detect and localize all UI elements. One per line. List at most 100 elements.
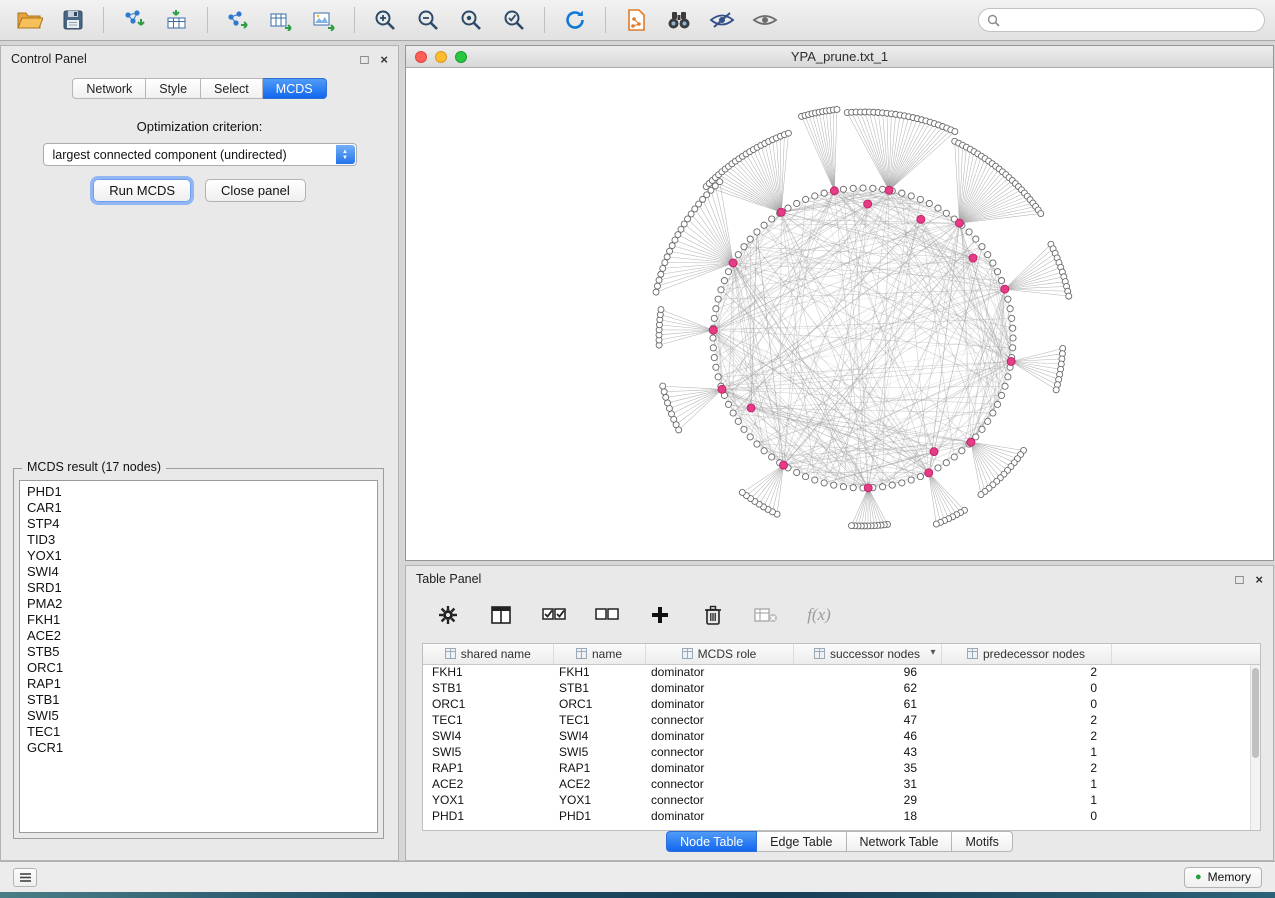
list-item[interactable]: STP4 xyxy=(27,516,377,532)
cell-shared-name[interactable]: ORC1 xyxy=(423,696,553,712)
cell-mcds-role[interactable]: connector xyxy=(645,792,793,808)
list-item[interactable]: STB1 xyxy=(27,692,377,708)
cell-shared-name[interactable]: RAP1 xyxy=(423,760,553,776)
cell-shared-name[interactable]: SWI4 xyxy=(423,728,553,744)
cell-mcds-role[interactable]: connector xyxy=(645,776,793,792)
memory-button[interactable]: ● Memory xyxy=(1184,867,1262,888)
list-item[interactable]: SWI5 xyxy=(27,708,377,724)
zoom-out-button[interactable] xyxy=(408,4,448,36)
toggle-graphics-details-button[interactable] xyxy=(702,4,742,36)
cell-successor-nodes[interactable]: 31 xyxy=(793,776,941,792)
col-header-mcds-role[interactable]: MCDS role xyxy=(645,644,793,664)
table-settings-button[interactable] xyxy=(435,602,461,628)
cell-shared-name[interactable]: YOX1 xyxy=(423,792,553,808)
cell-successor-nodes[interactable]: 46 xyxy=(793,728,941,744)
cell-predecessor-nodes[interactable]: 1 xyxy=(941,776,1111,792)
cell-name[interactable]: SWI5 xyxy=(553,744,645,760)
cell-mcds-role[interactable]: dominator xyxy=(645,680,793,696)
save-session-button[interactable] xyxy=(53,4,93,36)
cell-predecessor-nodes[interactable]: 2 xyxy=(941,712,1111,728)
zoom-in-button[interactable] xyxy=(365,4,405,36)
table-row[interactable]: ORC1ORC1dominator610 xyxy=(423,696,1260,712)
zoom-window-button[interactable] xyxy=(455,51,467,63)
cell-predecessor-nodes[interactable]: 2 xyxy=(941,760,1111,776)
cell-successor-nodes[interactable]: 96 xyxy=(793,664,941,680)
search-box[interactable] xyxy=(978,8,1265,32)
import-network-button[interactable] xyxy=(114,4,154,36)
col-header-predecessor-nodes[interactable]: predecessor nodes xyxy=(941,644,1111,664)
open-session-button[interactable] xyxy=(10,4,50,36)
list-item[interactable]: YOX1 xyxy=(27,548,377,564)
cell-mcds-role[interactable]: dominator xyxy=(645,664,793,680)
cell-shared-name[interactable]: PHD1 xyxy=(423,808,553,824)
cell-name[interactable]: RAP1 xyxy=(553,760,645,776)
select-all-button[interactable] xyxy=(541,602,567,628)
cell-shared-name[interactable]: TEC1 xyxy=(423,712,553,728)
function-builder-button[interactable]: f(x) xyxy=(806,602,832,628)
cell-successor-nodes[interactable]: 62 xyxy=(793,680,941,696)
close-panel-icon[interactable]: × xyxy=(380,53,388,66)
cell-successor-nodes[interactable]: 43 xyxy=(793,744,941,760)
list-item[interactable]: ORC1 xyxy=(27,660,377,676)
cell-mcds-role[interactable]: connector xyxy=(645,744,793,760)
table-row[interactable]: RAP1RAP1dominator352 xyxy=(423,760,1260,776)
list-item[interactable]: TEC1 xyxy=(27,724,377,740)
cell-mcds-role[interactable]: dominator xyxy=(645,808,793,824)
cell-predecessor-nodes[interactable]: 0 xyxy=(941,696,1111,712)
tab-network-table[interactable]: Network Table xyxy=(847,831,953,852)
list-item[interactable]: RAP1 xyxy=(27,676,377,692)
delete-table-button[interactable] xyxy=(753,602,779,628)
cell-successor-nodes[interactable]: 47 xyxy=(793,712,941,728)
cell-mcds-role[interactable]: dominator xyxy=(645,760,793,776)
cell-name[interactable]: ACE2 xyxy=(553,776,645,792)
share-session-button[interactable] xyxy=(616,4,656,36)
refresh-view-button[interactable] xyxy=(555,4,595,36)
table-row[interactable]: ACE2ACE2connector311 xyxy=(423,776,1260,792)
cell-name[interactable]: FKH1 xyxy=(553,664,645,680)
cell-name[interactable]: PHD1 xyxy=(553,808,645,824)
table-row[interactable]: PHD1PHD1dominator180 xyxy=(423,808,1260,824)
cell-mcds-role[interactable]: connector xyxy=(645,712,793,728)
close-panel-icon[interactable]: × xyxy=(1255,573,1263,586)
scrollbar-thumb[interactable] xyxy=(1252,668,1259,758)
run-mcds-button[interactable]: Run MCDS xyxy=(93,179,191,202)
tab-mcds[interactable]: MCDS xyxy=(263,78,327,99)
cell-predecessor-nodes[interactable]: 2 xyxy=(941,728,1111,744)
cell-predecessor-nodes[interactable]: 1 xyxy=(941,792,1111,808)
list-item[interactable]: SWI4 xyxy=(27,564,377,580)
minimize-window-button[interactable] xyxy=(435,51,447,63)
cell-name[interactable]: ORC1 xyxy=(553,696,645,712)
zoom-selected-button[interactable] xyxy=(494,4,534,36)
float-panel-icon[interactable]: □ xyxy=(361,53,369,66)
list-item[interactable]: STB5 xyxy=(27,644,377,660)
cell-mcds-role[interactable]: dominator xyxy=(645,728,793,744)
tab-motifs[interactable]: Motifs xyxy=(952,831,1012,852)
cell-shared-name[interactable]: STB1 xyxy=(423,680,553,696)
table-row[interactable]: SWI5SWI5connector431 xyxy=(423,744,1260,760)
list-item[interactable]: PHD1 xyxy=(27,484,377,500)
export-image-button[interactable] xyxy=(304,4,344,36)
export-table-button[interactable] xyxy=(261,4,301,36)
show-graphics-details-button[interactable] xyxy=(745,4,785,36)
cell-name[interactable]: TEC1 xyxy=(553,712,645,728)
close-panel-button[interactable]: Close panel xyxy=(205,179,306,202)
table-row[interactable]: SWI4SWI4dominator462 xyxy=(423,728,1260,744)
add-column-button[interactable] xyxy=(647,602,673,628)
tab-network[interactable]: Network xyxy=(72,78,146,99)
cell-shared-name[interactable]: FKH1 xyxy=(423,664,553,680)
cell-name[interactable]: YOX1 xyxy=(553,792,645,808)
list-item[interactable]: ACE2 xyxy=(27,628,377,644)
list-item[interactable]: PMA2 xyxy=(27,596,377,612)
table-row[interactable]: FKH1FKH1dominator962 xyxy=(423,664,1260,680)
list-item[interactable]: GCR1 xyxy=(27,740,377,756)
cell-predecessor-nodes[interactable]: 2 xyxy=(941,664,1111,680)
float-panel-icon[interactable]: □ xyxy=(1236,573,1244,586)
col-header-successor-nodes[interactable]: successor nodes▾ xyxy=(793,644,941,664)
cell-predecessor-nodes[interactable]: 0 xyxy=(941,808,1111,824)
export-network-button[interactable] xyxy=(218,4,258,36)
close-window-button[interactable] xyxy=(415,51,427,63)
status-menu-button[interactable] xyxy=(13,868,37,887)
col-header-shared-name[interactable]: shared name xyxy=(423,644,553,664)
cell-mcds-role[interactable]: dominator xyxy=(645,696,793,712)
mcds-result-list[interactable]: PHD1CAR1STP4TID3YOX1SWI4SRD1PMA2FKH1ACE2… xyxy=(19,480,378,833)
